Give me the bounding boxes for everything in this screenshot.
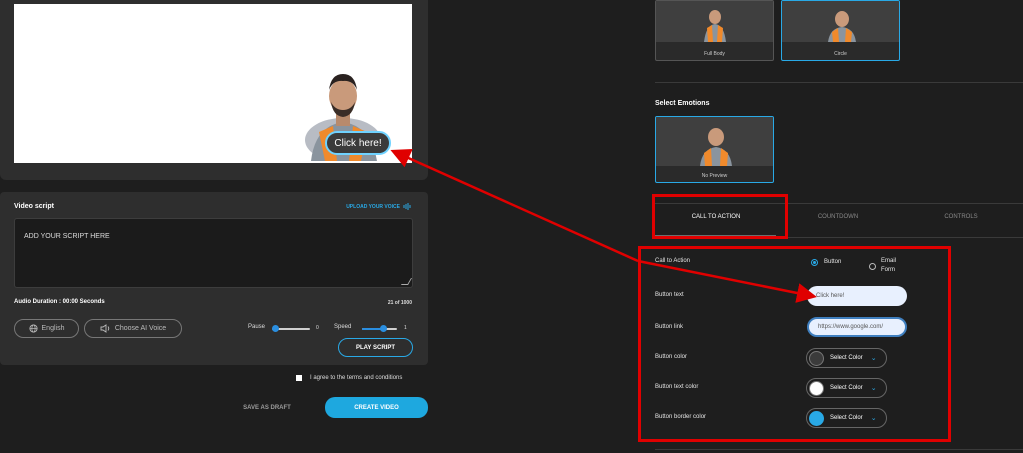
speed-slider[interactable]: [362, 325, 397, 332]
avatar-style-full-body[interactable]: Full Body: [655, 0, 774, 61]
full-body-thumbnail: [656, 1, 773, 42]
annotation-box-tab: [652, 194, 788, 239]
terms-row: I agree to the terms and conditions: [296, 375, 402, 381]
terms-checkbox[interactable]: [296, 375, 302, 381]
choose-voice-label: Choose AI Voice: [114, 325, 167, 332]
choose-voice-button[interactable]: Choose AI Voice: [84, 319, 182, 338]
preview-canvas: Click here!: [14, 4, 412, 163]
terms-label: I agree to the terms and conditions: [310, 375, 403, 381]
circle-thumbnail: [782, 1, 899, 42]
section-divider: [655, 82, 1023, 83]
no-preview-label: No Preview: [701, 173, 728, 179]
emotions-title: Select Emotions: [655, 100, 710, 107]
script-title: Video script: [14, 203, 54, 210]
speed-slider-thumb[interactable]: [380, 325, 387, 332]
script-textarea[interactable]: ADD YOUR SCRIPT HERE: [14, 218, 413, 288]
speed-value: 1: [404, 325, 407, 331]
form-divider: [655, 449, 1023, 450]
resize-grip-icon[interactable]: [400, 278, 413, 285]
play-script-button[interactable]: PLAY SCRIPT: [338, 338, 413, 357]
circle-label: Circle: [834, 51, 847, 57]
char-count: 21 of 1000: [387, 300, 412, 306]
upload-voice-label: UPLOAD YOUR VOICE: [346, 203, 400, 210]
script-text: ADD YOUR SCRIPT HERE: [24, 233, 110, 240]
emotion-no-preview[interactable]: No Preview: [655, 116, 774, 183]
preview-cta-button[interactable]: Click here!: [325, 131, 391, 155]
globe-icon: [28, 324, 38, 333]
annotation-box-form: [638, 246, 951, 442]
pause-label: Pause: [248, 324, 266, 330]
tab-countdown[interactable]: COUNTDOWN: [778, 214, 898, 220]
language-label: English: [41, 325, 65, 332]
pause-slider-thumb[interactable]: [272, 325, 279, 332]
speed-label: Speed: [334, 324, 352, 330]
annotation-arrow-line: [390, 149, 639, 263]
pause-slider[interactable]: [272, 325, 310, 332]
audio-wave-icon: [403, 203, 411, 210]
language-button[interactable]: English: [14, 319, 79, 338]
audio-duration: Audio Duration : 00:00 Seconds: [14, 299, 105, 305]
video-preview-panel: Click here!: [0, 0, 428, 180]
emotion-thumbnail: [656, 117, 773, 166]
full-body-label: Full Body: [704, 51, 725, 57]
avatar-style-circle[interactable]: Circle: [781, 0, 900, 61]
save-draft-button[interactable]: SAVE AS DRAFT: [227, 398, 307, 418]
video-script-panel: Video script UPLOAD YOUR VOICE ADD YOUR …: [0, 192, 428, 365]
tab-controls[interactable]: CONTROLS: [901, 214, 1021, 220]
pause-value: 0: [316, 325, 319, 331]
speaker-icon: [100, 324, 110, 333]
upload-voice-link[interactable]: UPLOAD YOUR VOICE: [346, 203, 412, 210]
create-video-button[interactable]: CREATE VIDEO: [325, 397, 428, 418]
